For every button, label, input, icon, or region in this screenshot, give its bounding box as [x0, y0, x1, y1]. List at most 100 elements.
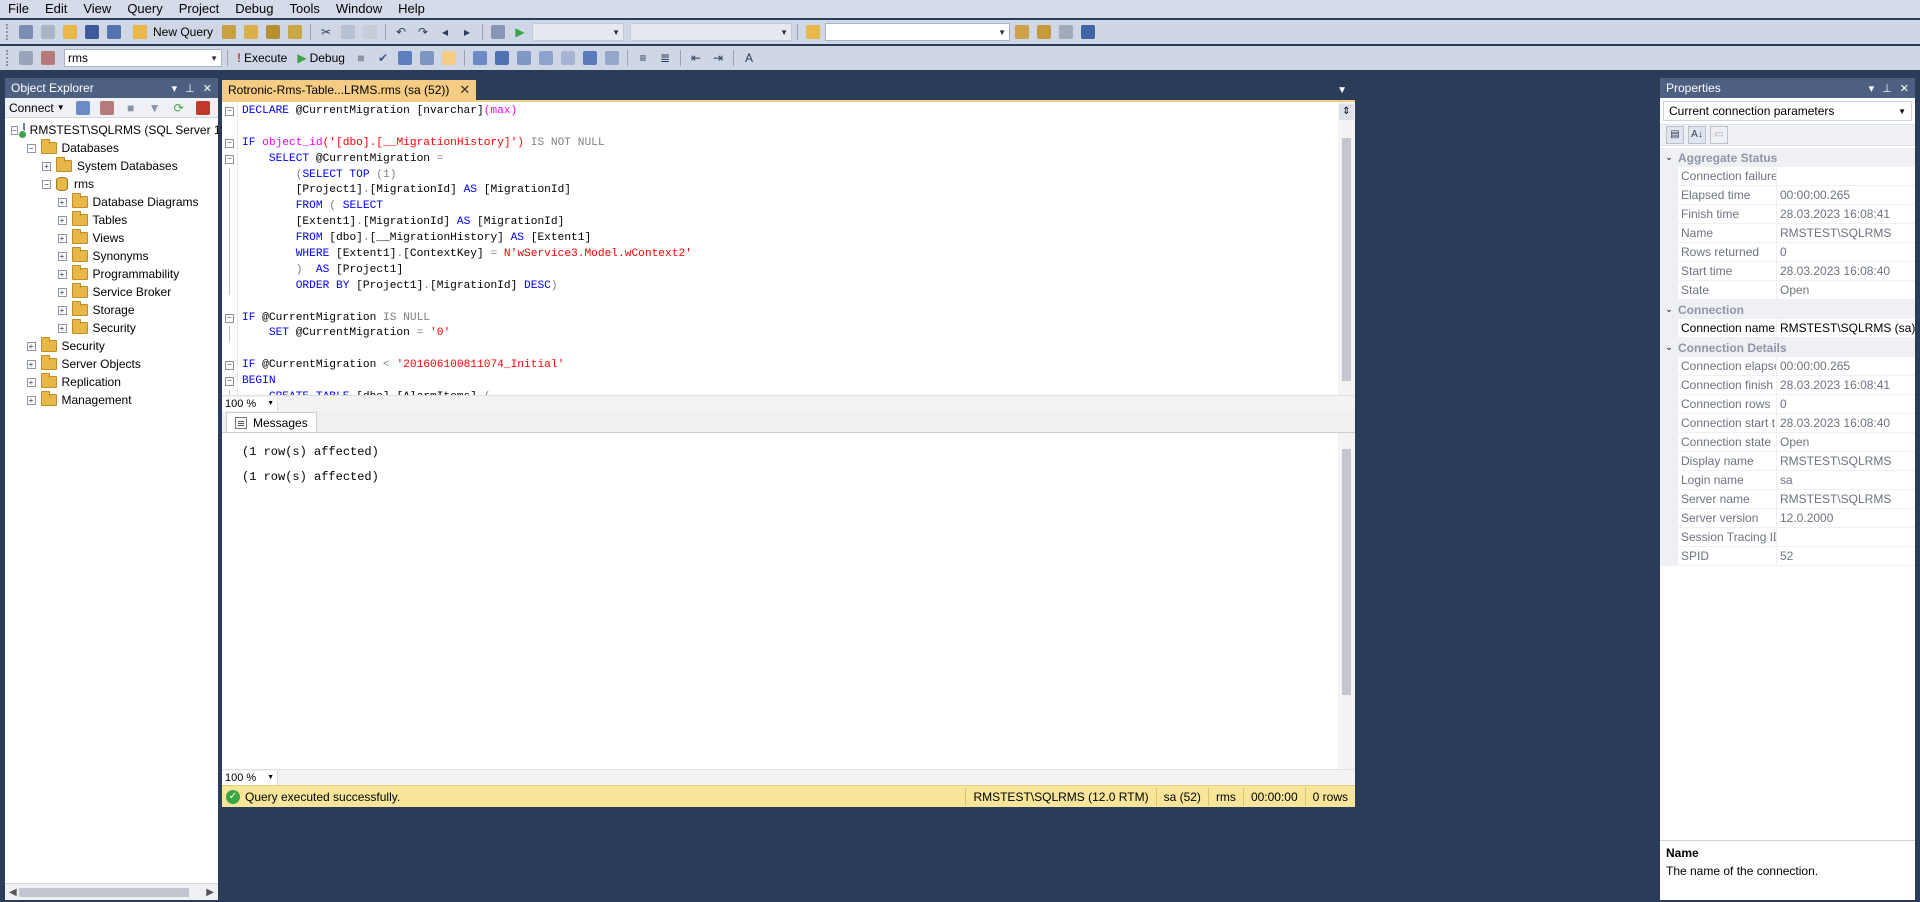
tree-node[interactable]: + System Databases: [5, 157, 218, 175]
collapse-region-icon[interactable]: −: [225, 154, 234, 164]
available-databases-combo[interactable]: rms ▼: [64, 49, 222, 67]
tree-node[interactable]: + Server Objects: [5, 355, 218, 373]
results-zoom-combo[interactable]: 100 % ▼: [222, 770, 278, 785]
expand-icon[interactable]: +: [57, 269, 67, 279]
query-options-icon[interactable]: [439, 48, 459, 68]
editor-vertical-scrollbar[interactable]: ⇕: [1338, 102, 1355, 395]
collapse-region-icon[interactable]: −: [225, 361, 234, 371]
intellisense-icon[interactable]: [470, 48, 490, 68]
tree-node[interactable]: + Synonyms: [5, 247, 218, 265]
categorized-icon[interactable]: ▤: [1666, 126, 1684, 144]
scroll-left-icon[interactable]: ◀: [9, 887, 17, 898]
expand-icon[interactable]: +: [57, 323, 67, 333]
cut-icon[interactable]: ✂: [316, 22, 336, 42]
property-row[interactable]: Start time 28.03.2023 16:08:40: [1660, 261, 1915, 281]
expand-icon[interactable]: +: [26, 359, 36, 369]
analysis-query-icon[interactable]: [241, 22, 261, 42]
debug-button[interactable]: ▶ Debug: [293, 48, 349, 68]
filter-icon[interactable]: ▼: [145, 98, 165, 118]
collapse-category-icon[interactable]: ⌄: [1660, 152, 1678, 163]
navigate-forward-icon[interactable]: ▸: [457, 22, 477, 42]
menu-file[interactable]: File: [0, 0, 37, 18]
property-row[interactable]: Connection finish 28.03.2023 16:08:41: [1660, 375, 1915, 395]
sql-code[interactable]: − DECLARE @CurrentMigration [nvarchar](ma…: [225, 104, 692, 395]
close-tab-icon[interactable]: ✕: [459, 82, 470, 98]
tree-node[interactable]: + Database Diagrams: [5, 193, 218, 211]
find-combo[interactable]: ▼: [825, 23, 1011, 41]
editor-zoom-combo[interactable]: 100 % ▼: [222, 396, 278, 411]
pin-icon[interactable]: ⊥: [1882, 82, 1892, 95]
menu-help[interactable]: Help: [390, 0, 433, 18]
scrollbar-thumb[interactable]: [19, 888, 189, 897]
close-icon[interactable]: ✕: [203, 82, 212, 95]
expand-icon[interactable]: +: [57, 251, 67, 261]
expand-icon[interactable]: +: [26, 377, 36, 387]
tree-node[interactable]: − Databases: [5, 139, 218, 157]
pin-icon[interactable]: ⊥: [185, 82, 195, 95]
include-actual-plan-icon[interactable]: [492, 48, 512, 68]
expand-icon[interactable]: +: [26, 395, 36, 405]
scroll-right-icon[interactable]: ▶: [206, 887, 214, 898]
menu-query[interactable]: Query: [119, 0, 170, 18]
toolbar-grip[interactable]: [6, 50, 10, 66]
menu-window[interactable]: Window: [328, 0, 390, 18]
collapse-icon[interactable]: −: [42, 179, 51, 189]
decrease-indent-icon[interactable]: ⇤: [686, 48, 706, 68]
tab-messages[interactable]: Messages: [226, 412, 317, 432]
property-row[interactable]: SPID 52: [1660, 546, 1915, 566]
redo-icon[interactable]: ↷: [413, 22, 433, 42]
property-row[interactable]: Display name RMSTEST\SQLRMS: [1660, 451, 1915, 471]
mining-query-icon[interactable]: [263, 22, 283, 42]
expand-icon[interactable]: +: [42, 161, 51, 171]
properties-window-icon[interactable]: [1078, 22, 1098, 42]
property-category[interactable]: ⌄ Connection Details: [1660, 338, 1915, 357]
property-row[interactable]: Connection name RMSTEST\SQLRMS (sa): [1660, 318, 1915, 338]
property-row[interactable]: Connection state Open: [1660, 432, 1915, 452]
property-row[interactable]: Connection start t 28.03.2023 16:08:40: [1660, 413, 1915, 433]
tree-node[interactable]: + Service Broker: [5, 283, 218, 301]
solution-platform-combo[interactable]: ▼: [630, 23, 793, 41]
undo-icon[interactable]: ↶: [391, 22, 411, 42]
window-position-icon[interactable]: ▾: [172, 82, 178, 95]
property-row[interactable]: Connection rows 0: [1660, 394, 1915, 414]
start-icon[interactable]: ▶: [510, 22, 530, 42]
tree-node[interactable]: + Views: [5, 229, 218, 247]
save-all-icon[interactable]: [104, 22, 124, 42]
property-row[interactable]: State Open: [1660, 280, 1915, 300]
disconnect-object-explorer-icon[interactable]: [97, 98, 117, 118]
expand-icon[interactable]: +: [57, 197, 67, 207]
collapse-icon[interactable]: −: [11, 125, 18, 135]
scrollbar-thumb[interactable]: [1342, 449, 1351, 695]
property-row[interactable]: Connection failure: [1660, 166, 1915, 186]
property-row[interactable]: Name RMSTEST\SQLRMS: [1660, 223, 1915, 243]
connect-object-explorer-icon[interactable]: [73, 98, 93, 118]
toolbar-grip[interactable]: [6, 24, 10, 40]
disconnect-icon[interactable]: [38, 48, 58, 68]
tree-node[interactable]: + Security: [5, 319, 218, 337]
solution-explorer-icon[interactable]: [488, 22, 508, 42]
tree-node[interactable]: + Programmability: [5, 265, 218, 283]
menu-view[interactable]: View: [75, 0, 119, 18]
tree-node[interactable]: + Security: [5, 337, 218, 355]
menu-project[interactable]: Project: [171, 0, 227, 18]
menu-edit[interactable]: Edit: [37, 0, 75, 18]
comment-lines-icon[interactable]: ≡: [633, 48, 653, 68]
expand-icon[interactable]: +: [57, 287, 67, 297]
stop-icon[interactable]: ■: [121, 98, 141, 118]
property-row[interactable]: Connection elapsed 00:00:00.265: [1660, 356, 1915, 376]
expand-icon[interactable]: +: [26, 341, 36, 351]
live-query-stats-icon[interactable]: [514, 48, 534, 68]
tree-node[interactable]: + Storage: [5, 301, 218, 319]
collapse-region-icon[interactable]: −: [225, 313, 234, 323]
solution-configuration-combo[interactable]: ▼: [532, 23, 625, 41]
expand-icon[interactable]: +: [57, 215, 67, 225]
menu-debug[interactable]: Debug: [227, 0, 281, 18]
results-to-file-icon[interactable]: [602, 48, 622, 68]
increase-indent-icon[interactable]: ⇥: [708, 48, 728, 68]
collapse-category-icon[interactable]: ⌄: [1660, 342, 1678, 353]
splitter-icon[interactable]: ⇕: [1339, 104, 1354, 120]
menu-tools[interactable]: Tools: [282, 0, 328, 18]
tree-node[interactable]: + Replication: [5, 373, 218, 391]
property-category[interactable]: ⌄ Aggregate Status: [1660, 148, 1915, 167]
property-row[interactable]: Finish time 28.03.2023 16:08:41: [1660, 204, 1915, 224]
